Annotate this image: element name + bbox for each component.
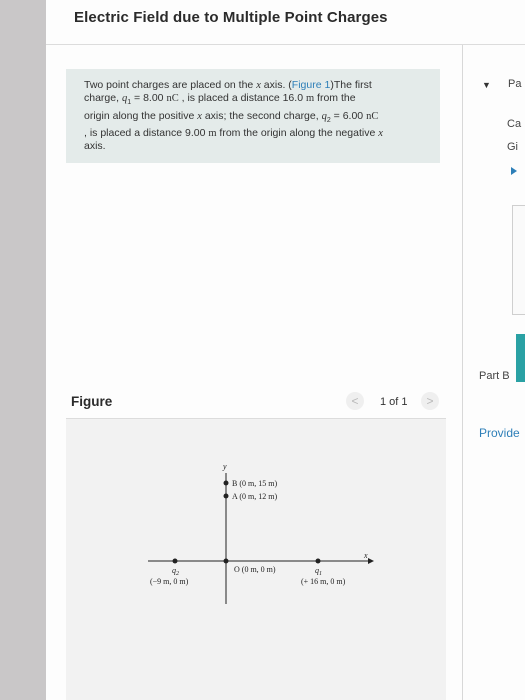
y-axis-label: y: [222, 462, 227, 471]
point-b-dot: [223, 480, 229, 486]
point-b-label: B (0 m, 15 m): [232, 479, 277, 488]
point-a-label: A (0 m, 12 m): [232, 492, 277, 501]
x-axis-arrow-icon: [368, 558, 374, 564]
q2-dot: [172, 558, 178, 564]
q2-coord: (−9 m, 0 m): [150, 577, 189, 586]
origin-label: O (0 m, 0 m): [234, 565, 276, 574]
q1-dot: [315, 558, 321, 564]
charge-diagram: y x B (0 m, 15 m) A (0 m, 12 m) O (0 m, …: [148, 462, 374, 604]
x-axis-label: x: [363, 551, 368, 560]
point-a-dot: [223, 493, 229, 499]
q1-coord: (+ 16 m, 0 m): [301, 577, 346, 586]
q1-label: q1: [315, 566, 322, 577]
q2-label: q2: [172, 566, 179, 577]
origin-dot: [223, 558, 229, 564]
